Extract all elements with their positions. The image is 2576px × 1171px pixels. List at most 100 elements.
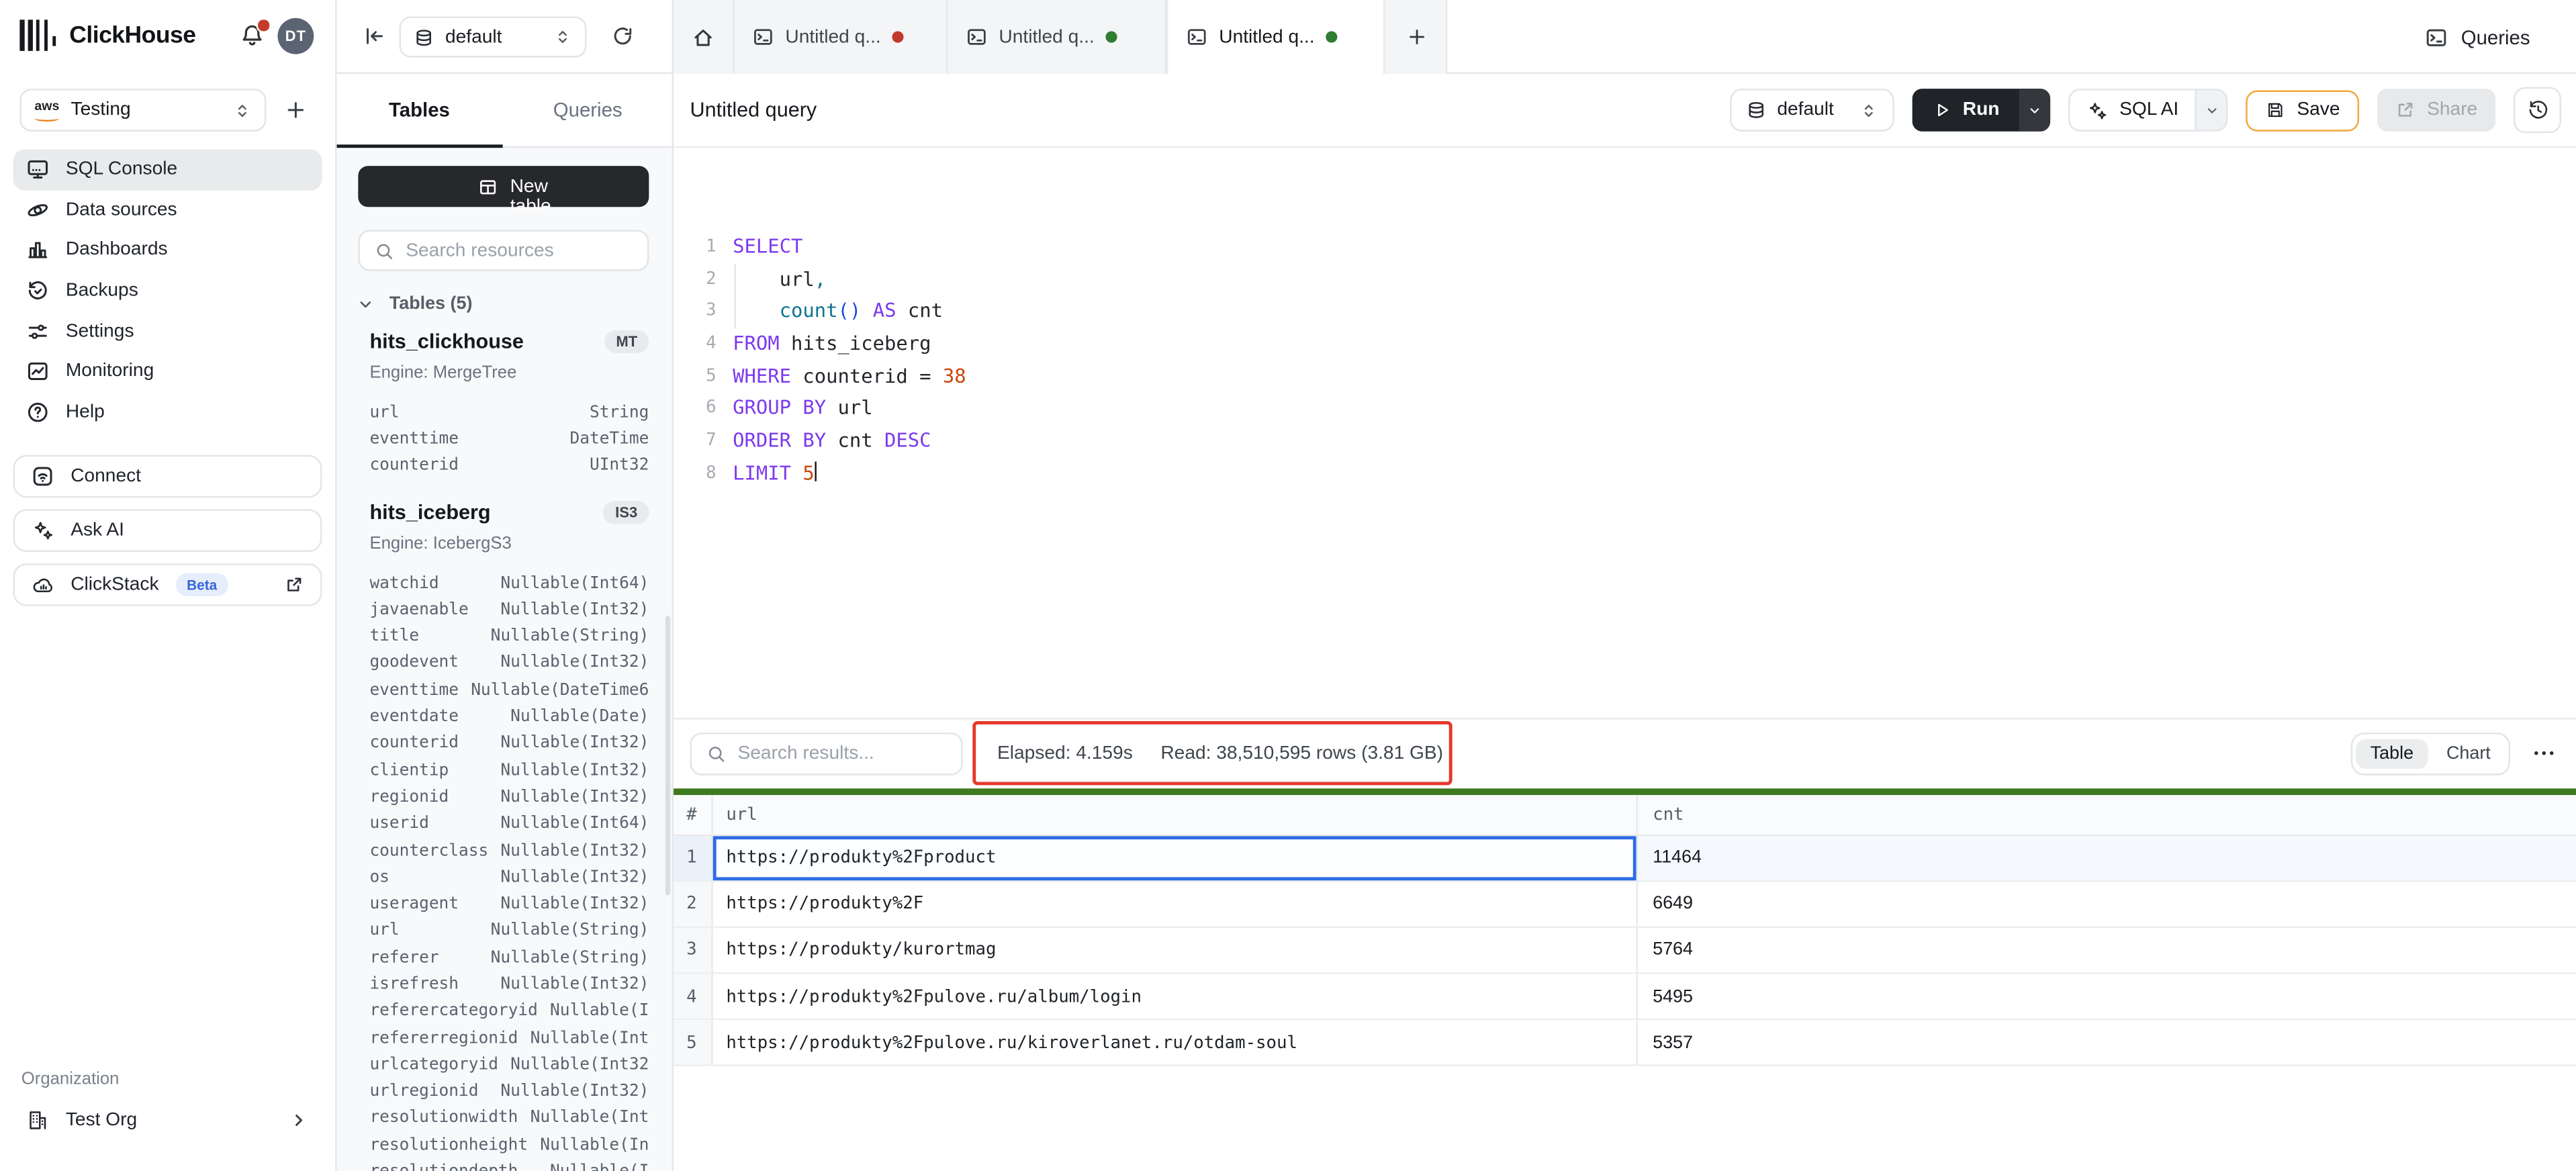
table-row[interactable]: 4https://produkty%2Fpulove.ru/album/logi… <box>672 974 2576 1021</box>
cell-url[interactable]: https://produkty%2Fproduct <box>713 835 1638 880</box>
sql-token <box>791 461 802 484</box>
cell-url[interactable]: https://produkty%2Fpulove.ru/album/login <box>713 974 1638 1019</box>
save-button[interactable]: Save <box>2246 89 2359 130</box>
column-name: javaenable <box>369 601 468 619</box>
row-number[interactable]: 4 <box>672 974 713 1019</box>
line-number: 2 <box>672 264 717 296</box>
run-options-button[interactable] <box>2019 89 2050 132</box>
terminal-icon <box>966 26 987 48</box>
query-stats-annotation-box: Elapsed: 4.159s Read: 38,510,595 rows (3… <box>972 721 1452 785</box>
sidebar-item-settings[interactable]: Settings <box>13 311 322 351</box>
tab-untitled-query-1[interactable]: Untitled q... <box>735 0 948 74</box>
collapse-sidebar-icon[interactable] <box>363 25 386 48</box>
view-toggle-table[interactable]: Table <box>2356 739 2428 769</box>
run-button[interactable]: Run <box>1912 89 2019 132</box>
more-options-icon[interactable] <box>2532 741 2557 765</box>
clickhouse-logo[interactable]: ClickHouse <box>19 19 195 50</box>
sidebar-item-monitoring[interactable]: Monitoring <box>13 351 322 391</box>
search-results-input[interactable] <box>737 744 946 763</box>
sidebar-item-help[interactable]: Help <box>13 392 322 432</box>
table-row[interactable]: 3https://produkty/kurortmag5764 <box>672 928 2576 974</box>
sidebar-item-data-sources[interactable]: Data sources <box>13 190 322 230</box>
sql-token: cnt <box>896 299 943 322</box>
sql-token: counterid = <box>791 364 943 387</box>
cell-cnt[interactable]: 5495 <box>1638 974 2576 1019</box>
table-entry[interactable]: hits_icebergIS3 <box>369 499 649 525</box>
sidebar-box-ask-ai[interactable]: Ask AI <box>13 509 322 552</box>
logo-text: ClickHouse <box>69 22 195 48</box>
organization-selector[interactable]: Test Org <box>13 1099 322 1142</box>
table-entry[interactable]: hits_clickhouseMT <box>369 328 649 355</box>
sidebar-box-clickstack[interactable]: ClickStackBeta <box>13 563 322 606</box>
row-number[interactable]: 1 <box>672 835 713 880</box>
tab-untitled-query-2[interactable]: Untitled q... <box>948 0 1166 74</box>
sql-editor[interactable]: SELECT url, count() AS cntFROM hits_iceb… <box>733 232 966 490</box>
sidebar-item-backups[interactable]: Backups <box>13 271 322 311</box>
column-name: counterid <box>369 735 459 753</box>
text-cursor <box>815 462 817 481</box>
code-line: ORDER BY cnt DESC <box>733 426 966 458</box>
row-number[interactable]: 5 <box>672 1021 713 1066</box>
sidebar-box-connect[interactable]: Connect <box>13 455 322 498</box>
sql-token: GROUP BY <box>733 397 826 420</box>
queries-button-label: Queries <box>2461 26 2530 48</box>
cell-url[interactable]: https://produkty%2Fpulove.ru/kiroverlane… <box>713 1021 1638 1066</box>
sidebar-item-sql-console[interactable]: SQL Console <box>13 150 322 190</box>
sidebar-divider <box>334 0 336 1171</box>
sidebar-item-dashboards[interactable]: Dashboards <box>13 230 322 271</box>
row-number[interactable]: 3 <box>672 928 713 973</box>
query-toolbar: default Run SQL AI <box>1729 89 2561 132</box>
avatar[interactable]: DT <box>277 18 314 54</box>
run-label: Run <box>1963 100 2000 120</box>
cell-cnt[interactable]: 5764 <box>1638 928 2576 973</box>
schema-column: javaenableNullable(Int32) <box>369 597 649 624</box>
column-name: urlcategoryid <box>369 1056 498 1074</box>
column-type: DateTime <box>569 430 649 449</box>
scrollbar-thumb[interactable] <box>665 616 671 895</box>
table-row[interactable]: 1https://produkty%2Fproduct11464 <box>672 835 2576 882</box>
column-name: userid <box>369 815 428 833</box>
column-name: counterclass <box>369 842 488 860</box>
query-history-button[interactable] <box>2514 87 2561 133</box>
workspace-selector[interactable]: aws Testing <box>19 89 266 132</box>
search-icon <box>706 744 726 763</box>
sql-token: , <box>815 267 826 290</box>
sql-ai-options-button[interactable] <box>2195 91 2226 130</box>
table-row[interactable]: 2https://produkty%2F6649 <box>672 882 2576 928</box>
cell-url[interactable]: https://produkty%2F <box>713 882 1638 927</box>
dashboards-icon <box>26 239 49 262</box>
code-line: WHERE counterid = 38 <box>733 361 966 393</box>
schema-column: regionidNullable(Int32) <box>369 784 649 811</box>
column-name: goodevent <box>369 655 459 673</box>
queries-button[interactable]: Queries <box>2408 15 2546 59</box>
tab-untitled-query-3[interactable]: Untitled q... <box>1166 0 1385 74</box>
cell-cnt[interactable]: 6649 <box>1638 882 2576 927</box>
search-resources-input[interactable] <box>406 240 633 260</box>
cell-cnt[interactable]: 5357 <box>1638 1021 2576 1066</box>
sql-ai-button-group: SQL AI <box>2068 89 2227 132</box>
add-workspace-button[interactable] <box>284 99 307 122</box>
table-block: hits_icebergIS3Engine: IcebergS3watchidN… <box>369 499 649 1171</box>
refresh-icon[interactable] <box>611 25 634 48</box>
resources-tab-tables[interactable]: Tables <box>335 74 504 146</box>
new-tab-button[interactable] <box>1385 0 1447 74</box>
new-table-button[interactable]: New table <box>358 166 649 207</box>
query-title[interactable]: Untitled query <box>690 99 817 122</box>
row-number[interactable]: 2 <box>672 882 713 927</box>
tables-section-header[interactable]: Tables (5) <box>357 294 473 314</box>
cell-cnt[interactable]: 11464 <box>1638 835 2576 880</box>
sql-token <box>733 299 780 322</box>
sidebar-item-label: Data sources <box>66 200 177 220</box>
view-toggle-chart[interactable]: Chart <box>2432 739 2505 769</box>
database-selector[interactable]: default <box>399 16 586 57</box>
database-selector[interactable]: default <box>1729 89 1894 132</box>
sql-ai-button[interactable]: SQL AI <box>2070 99 2195 121</box>
table-row[interactable]: 5https://produkty%2Fpulove.ru/kiroverlan… <box>672 1021 2576 1067</box>
home-tab[interactable] <box>672 0 735 74</box>
resources-tab-queries[interactable]: Queries <box>504 74 672 146</box>
column-type: Nullable(I <box>550 1002 649 1021</box>
backups-icon <box>26 279 49 302</box>
schema-column: urlcategoryidNullable(Int32 <box>369 1051 649 1078</box>
cell-url[interactable]: https://produkty/kurortmag <box>713 928 1638 973</box>
sql-token: 38 <box>943 364 966 387</box>
